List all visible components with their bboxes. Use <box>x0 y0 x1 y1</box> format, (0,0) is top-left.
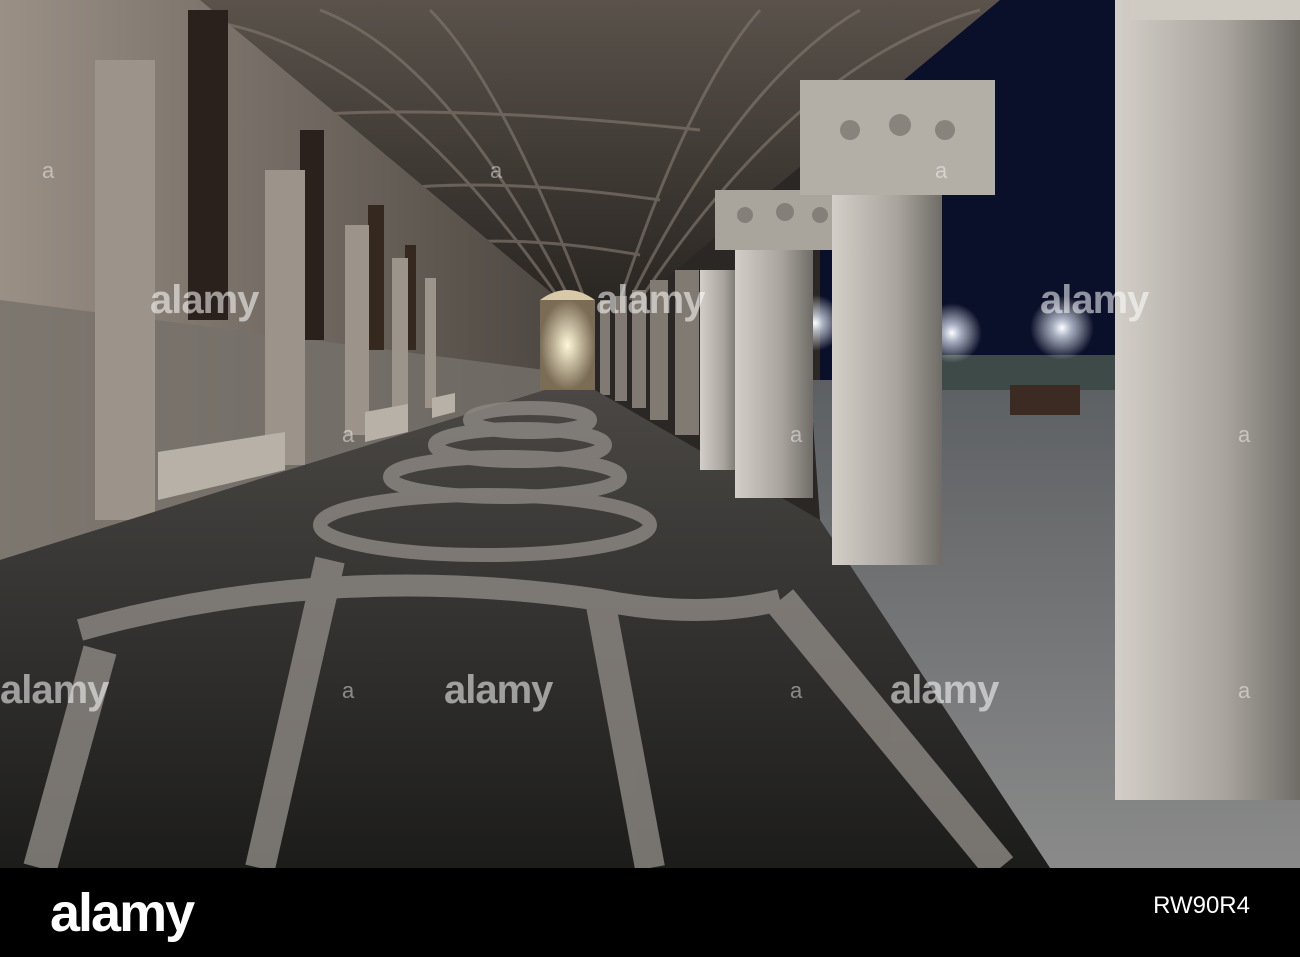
arcade-photo: alamy alamy alamy alamy alamy alamy a a … <box>0 0 1300 868</box>
watermark-letter: a <box>1238 422 1251 447</box>
arcade-illustration <box>0 0 1300 868</box>
watermark-letter: a <box>790 422 803 447</box>
watermark-letter: a <box>342 422 355 447</box>
watermark-letter: a <box>935 158 948 183</box>
watermark-letter: a <box>42 158 55 183</box>
stock-footer: alamy RW90R4 <box>0 868 1300 957</box>
watermark: alamy <box>0 668 109 712</box>
watermark: alamy <box>150 278 259 322</box>
watermark-letter: a <box>790 678 803 703</box>
watermark: alamy <box>1040 278 1149 322</box>
watermark-letter: a <box>342 678 355 703</box>
far-archway <box>540 300 595 390</box>
watermark: alamy <box>596 278 705 322</box>
watermark: alamy <box>890 668 999 712</box>
image-id: RW90R4 <box>1153 892 1250 919</box>
watermark: alamy <box>444 668 553 712</box>
watermark-letter: a <box>1238 678 1251 703</box>
watermark-letter: a <box>490 158 503 183</box>
brand-logo: alamy <box>50 883 195 943</box>
